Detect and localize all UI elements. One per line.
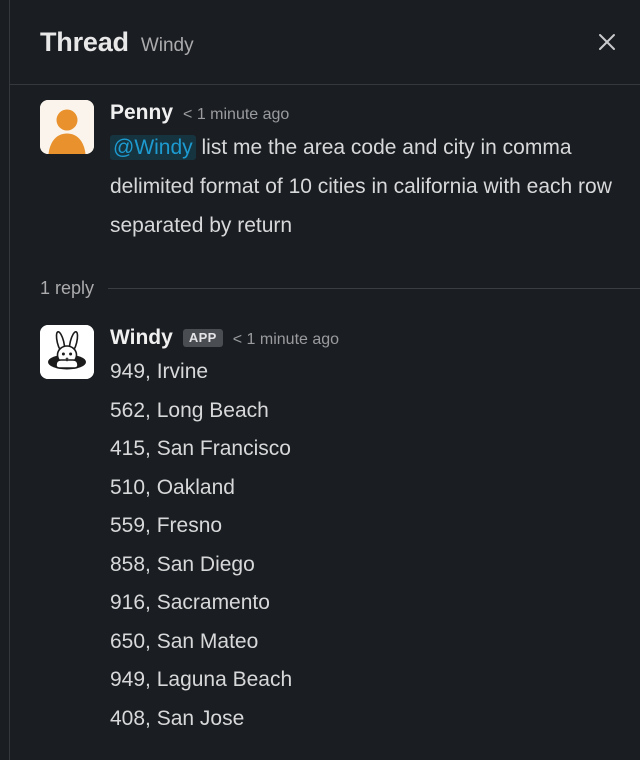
list-item: 650, San Mateo — [110, 629, 259, 653]
message-text: @Windy list me the area code and city in… — [110, 128, 624, 245]
list-item: 559, Fresno — [110, 514, 223, 537]
reply-divider: 1 reply — [10, 278, 640, 299]
thread-panel: Thread Windy Penny < 1 minute ago @Windy… — [0, 0, 640, 760]
avatar[interactable] — [40, 100, 94, 154]
message-timestamp[interactable]: < 1 minute ago — [233, 331, 339, 349]
list-item: 858, San Diego — [110, 552, 255, 576]
page-title: Thread — [40, 26, 129, 57]
user-mention[interactable]: @Windy — [110, 135, 196, 160]
reply-message-text: 949, Irvine 562, Long Beach 415, San Fra… — [110, 353, 624, 738]
list-item: 916, Sacramento — [110, 591, 270, 614]
rabbit-avatar-icon — [40, 325, 94, 379]
reply-message: Windy APP < 1 minute ago 949, Irvine 562… — [10, 325, 640, 738]
thread-header-titles: Thread Windy — [40, 27, 590, 58]
thread-channel-name: Windy — [140, 34, 194, 56]
message-author[interactable]: Penny — [110, 101, 173, 125]
list-item: 949, Irvine — [110, 360, 209, 383]
list-item: 562, Long Beach — [110, 398, 269, 422]
thread-header: Thread Windy — [10, 0, 640, 85]
list-item: 415, San Francisco — [110, 437, 291, 460]
reply-message-header: Windy APP < 1 minute ago — [110, 326, 624, 350]
avatar[interactable] — [40, 325, 94, 379]
list-item: 510, Oakland — [110, 475, 235, 499]
message-author[interactable]: Windy — [110, 326, 173, 350]
reply-message-body: Windy APP < 1 minute ago 949, Irvine 562… — [110, 325, 624, 738]
close-thread-button[interactable] — [590, 25, 624, 59]
root-message-header: Penny < 1 minute ago — [110, 101, 624, 125]
list-item: 408, San Jose — [110, 706, 245, 730]
root-message-body: Penny < 1 minute ago @Windy list me the … — [110, 100, 624, 245]
list-item: 949, Laguna Beach — [110, 668, 293, 691]
status-badge: APP — [182, 329, 223, 347]
message-timestamp[interactable]: < 1 minute ago — [183, 106, 289, 124]
user-avatar-icon — [40, 100, 94, 154]
reply-count-label[interactable]: 1 reply — [40, 278, 94, 299]
root-message: Penny < 1 minute ago @Windy list me the … — [10, 100, 640, 245]
close-icon — [599, 34, 615, 50]
divider-rule — [108, 288, 640, 289]
